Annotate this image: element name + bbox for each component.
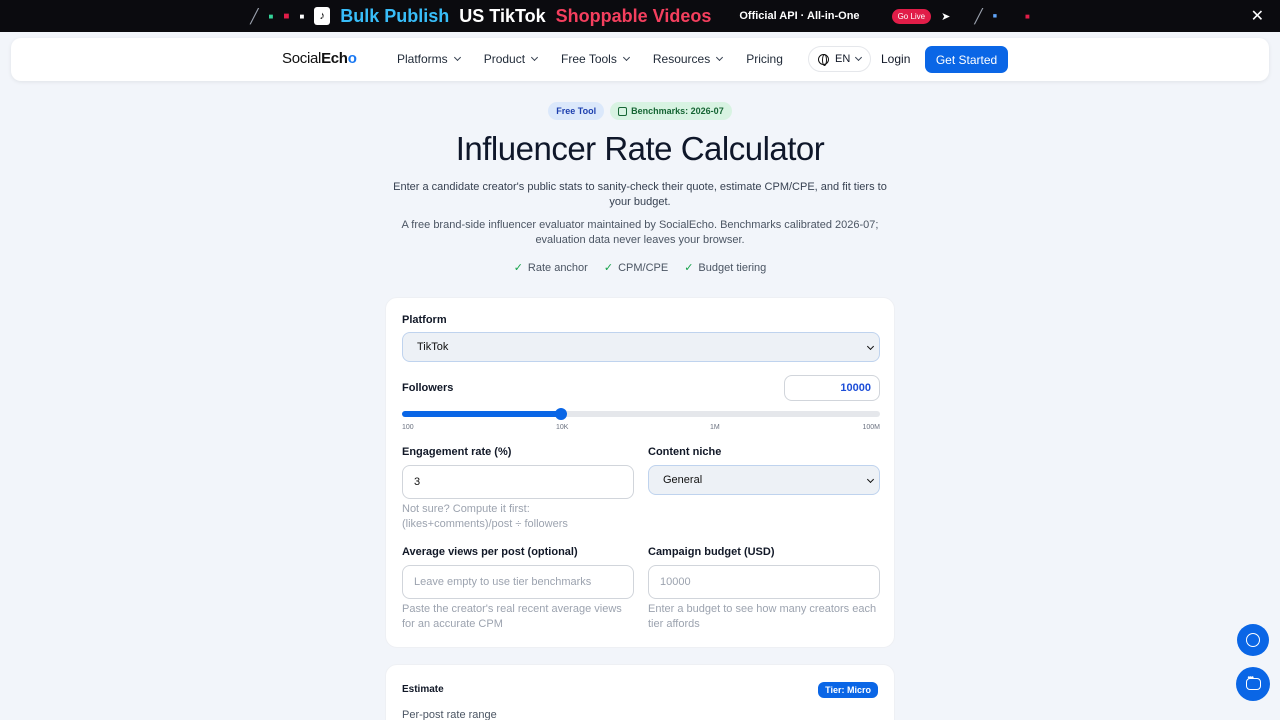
- nav-item-label: Platforms: [397, 52, 448, 66]
- chat-bubble-icon: [1246, 633, 1260, 647]
- chevron-down-icon: [855, 53, 863, 62]
- login-link[interactable]: Login: [881, 52, 910, 66]
- followers-slider[interactable]: [402, 408, 880, 420]
- nav-item-product[interactable]: Product: [483, 52, 539, 66]
- benchmarks-badge: Benchmarks: 2026-07: [610, 102, 732, 120]
- logo-text-o: o: [347, 50, 357, 67]
- chevron-down-icon: [453, 53, 461, 62]
- chevron-down-icon: [531, 53, 539, 62]
- slash-decoration-icon: ╱: [250, 7, 259, 24]
- chevron-down-icon: [716, 53, 724, 62]
- dot-decoration-icon: ■: [268, 11, 274, 21]
- slider-fill: [402, 411, 562, 417]
- top-navigation: SocialEcho Platforms Product Free Tools …: [11, 38, 1269, 81]
- niche-select-value: General: [663, 474, 703, 486]
- page-subtitle: Enter a candidate creator's public stats…: [393, 181, 887, 208]
- nav-item-label: Free Tools: [561, 52, 617, 66]
- feature-item: ✓ Rate anchor: [513, 261, 588, 275]
- socialecho-logo[interactable]: SocialEcho: [282, 50, 357, 67]
- nav-item-resources[interactable]: Resources: [652, 52, 724, 66]
- chevron-down-icon: [866, 342, 875, 351]
- niche-label: Content niche: [648, 446, 722, 458]
- logo-text-social: Social: [282, 50, 322, 67]
- feature-label: Rate anchor: [527, 261, 588, 274]
- chevron-down-icon: [622, 53, 630, 62]
- hero-badges: Free Tool Benchmarks: 2026-07: [0, 102, 1280, 120]
- nav-item-label: Resources: [652, 52, 711, 66]
- message-icon: [1245, 673, 1261, 690]
- logo-text-echo: Ech: [321, 50, 348, 67]
- slash-decoration-icon: ╱: [974, 7, 983, 24]
- benchmarks-badge-label: Benchmarks: 2026-07: [631, 106, 724, 116]
- slider-tick-label: 100: [402, 424, 414, 431]
- check-icon: ✓: [603, 262, 614, 274]
- slider-handle[interactable]: [555, 408, 568, 420]
- feature-label: CPM/CPE: [618, 261, 669, 274]
- estimate-card: Estimate Tier: Micro Per-post rate range: [385, 664, 895, 720]
- feature-item: ✓ CPM/CPE: [603, 261, 669, 275]
- banner-api-text: Official API · All-in-One: [739, 10, 860, 22]
- check-icon: ✓: [684, 262, 694, 274]
- nav-item-pricing[interactable]: Pricing: [746, 52, 783, 66]
- platform-select[interactable]: TikTok: [402, 332, 880, 362]
- calculator-form-card: Platform TikTok Followers 10000 100 10K …: [385, 297, 895, 648]
- privacy-note: A free brand-side influencer evaluator m…: [401, 219, 879, 246]
- dot-decoration-icon: ■: [299, 11, 305, 21]
- banner-text-videos: Shoppable Videos: [555, 5, 712, 26]
- feature-item: ✓ Budget tiering: [684, 261, 767, 275]
- check-icon: ✓: [513, 262, 523, 274]
- platform-label: Platform: [402, 314, 447, 326]
- slider-tick-label: 10K: [556, 424, 569, 431]
- dot-decoration-icon: ■: [992, 12, 998, 20]
- niche-select[interactable]: General: [648, 465, 880, 495]
- free-tool-badge: Free Tool: [548, 102, 605, 120]
- nav-menu: Platforms Product Free Tools Resources P…: [397, 52, 783, 66]
- followers-input[interactable]: 10000: [784, 375, 880, 401]
- dot-decoration-icon: ■: [283, 10, 290, 22]
- language-label: EN: [835, 53, 851, 65]
- estimate-title: Estimate: [402, 684, 444, 695]
- views-label: Average views per post (optional): [402, 546, 578, 558]
- nav-item-platforms[interactable]: Platforms: [397, 52, 461, 66]
- calendar-icon: [618, 106, 628, 116]
- tier-badge: Tier: Micro: [818, 682, 878, 698]
- feature-checklist: ✓ Rate anchor ✓ CPM/CPE ✓ Budget tiering: [0, 261, 1280, 275]
- promo-banner[interactable]: ╱ ■ ■ ■ ♪ Bulk Publish US TikTok Shoppab…: [0, 0, 1280, 32]
- followers-label: Followers: [402, 382, 454, 394]
- chat-button[interactable]: [1237, 624, 1269, 656]
- page-title: Influencer Rate Calculator: [455, 130, 825, 167]
- banner-text-bulk: Bulk Publish: [340, 5, 450, 26]
- feature-label: Budget tiering: [698, 261, 767, 274]
- engagement-hint: Not sure? Compute it first: (likes+comme…: [402, 503, 568, 530]
- budget-input[interactable]: 10000: [648, 565, 880, 599]
- shopping-bag-icon: ♪: [314, 7, 331, 25]
- language-selector[interactable]: EN: [808, 46, 872, 72]
- views-input[interactable]: Leave empty to use tier benchmarks: [402, 565, 634, 599]
- slider-tick-label: 1M: [710, 424, 720, 431]
- platform-select-value: TikTok: [417, 341, 449, 353]
- get-started-button[interactable]: Get Started: [925, 46, 1008, 73]
- globe-icon: [818, 53, 829, 66]
- nav-item-free-tools[interactable]: Free Tools: [561, 52, 630, 66]
- rate-range-label: Per-post rate range: [402, 709, 497, 720]
- support-button[interactable]: [1236, 667, 1270, 701]
- slider-tick-label: 100M: [862, 424, 880, 431]
- budget-label: Campaign budget (USD): [648, 546, 775, 558]
- views-hint: Paste the creator's real recent average …: [402, 603, 622, 630]
- cursor-icon: ➤: [941, 10, 951, 23]
- chevron-down-icon: [866, 475, 875, 484]
- nav-item-label: Product: [483, 52, 526, 66]
- engagement-input[interactable]: 3: [402, 465, 634, 499]
- close-banner-icon[interactable]: ✕: [1251, 6, 1264, 26]
- go-live-badge: Go Live: [891, 8, 932, 24]
- dot-decoration-icon: ■: [1025, 11, 1030, 21]
- nav-item-label: Pricing: [746, 52, 783, 66]
- budget-hint: Enter a budget to see how many creators …: [648, 603, 877, 630]
- banner-text-tiktok: US TikTok: [459, 5, 546, 26]
- engagement-label: Engagement rate (%): [402, 446, 512, 458]
